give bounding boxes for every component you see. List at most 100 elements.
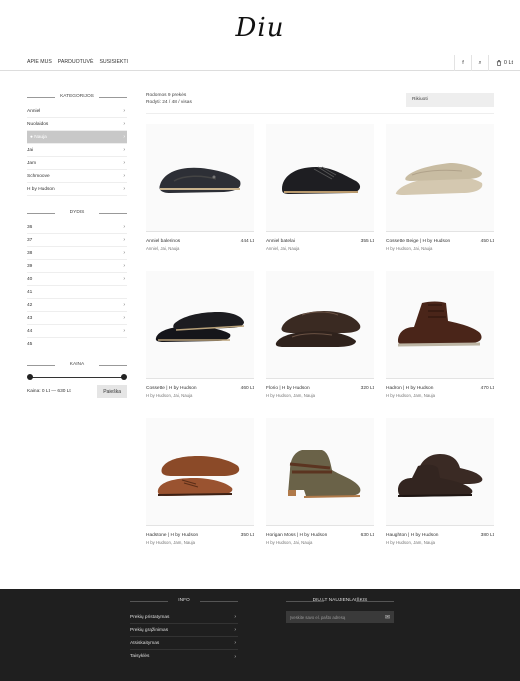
footer-newsletter-column: DIU.LT NAUJIENLAIŠKIS Įveskite savo el. … xyxy=(286,597,394,623)
product-image[interactable] xyxy=(266,124,374,232)
size-label: 37 xyxy=(27,237,33,243)
chevron-right-icon: › xyxy=(234,614,236,620)
cart-button[interactable]: 0 Lt xyxy=(488,55,520,71)
footer-link-label: Taisyklės xyxy=(130,654,150,659)
product-card[interactable]: Hadron | H by Hudson 470 Lt H by Hudson, … xyxy=(386,271,494,418)
product-price: 470 Lt xyxy=(480,386,494,391)
product-card[interactable]: Anniel batelai 355 Lt Anniel, Jai, Nauja xyxy=(266,124,374,271)
product-name[interactable]: Horigan Moss | H by Hudson xyxy=(266,533,327,538)
category-label: Nuolaidos xyxy=(27,121,49,127)
footer-link-label: Prekių grąžinimas xyxy=(130,627,169,633)
product-price: 355 Lt xyxy=(360,239,374,244)
product-image[interactable] xyxy=(386,124,494,232)
chevron-right-icon: › xyxy=(123,328,125,334)
category-item-active[interactable]: ● Nauja › xyxy=(27,131,127,144)
product-image[interactable] xyxy=(386,271,494,379)
category-item[interactable]: Nuolaidos › xyxy=(27,118,127,131)
facebook-icon[interactable]: f xyxy=(454,55,471,71)
size-item[interactable]: 37 › xyxy=(27,234,127,247)
categories-heading: KATEGORIJOS xyxy=(27,93,127,101)
loafer-icon xyxy=(155,311,245,342)
product-name[interactable]: Anniel balerinos xyxy=(146,239,180,244)
slider-track xyxy=(30,377,124,378)
chevron-right-icon: › xyxy=(123,276,125,282)
product-card[interactable]: Horigan Moss | H by Hudson 630 Lt H by Hu… xyxy=(266,418,374,565)
category-item[interactable]: H by Hudson › xyxy=(27,183,127,196)
product-tags: Anniel, Jai, Nauja xyxy=(146,246,180,251)
price-range-text: Kaina: 0 Lt — 630 Lt xyxy=(27,389,71,394)
product-name[interactable]: Cossette | H by Hudson xyxy=(146,386,197,391)
product-card[interactable]: Florio | H by Hudson 320 Lt H by Hudson, … xyxy=(266,271,374,418)
size-item[interactable]: 40 › xyxy=(27,273,127,286)
product-tags: H by Hudson, Jai, Nauja xyxy=(386,246,433,251)
product-tags: Anniel, Jai, Nauja xyxy=(266,246,300,251)
footer-link[interactable]: Prekių pristatymas › xyxy=(130,611,238,624)
product-card[interactable]: Anniel balerinos 444 Lt Anniel, Jai, Nauj… xyxy=(146,124,254,271)
ankle-boot-icon xyxy=(288,449,361,498)
product-image[interactable] xyxy=(146,124,254,232)
category-item[interactable]: Jai › xyxy=(27,144,127,157)
product-tags: H by Hudson, Jam, Nauja xyxy=(266,393,315,398)
lace-flat-icon xyxy=(282,166,361,194)
newsletter-email-input[interactable]: Įveskite savo el. pašto adresą ✉ xyxy=(286,611,394,623)
price-range-slider[interactable] xyxy=(27,373,127,383)
envelope-icon[interactable]: ✉ xyxy=(385,614,390,621)
product-card[interactable]: Hadstone | H by Hudson 350 Lt H by Hudson… xyxy=(146,418,254,565)
slider-handle-max[interactable] xyxy=(121,374,127,380)
product-card[interactable]: Cossette | H by Hudson 460 Lt H by Hudson… xyxy=(146,271,254,418)
product-tags: H by Hudson, Jai, Nauja xyxy=(146,393,193,398)
product-name[interactable]: Florio | H by Hudson xyxy=(266,386,310,391)
size-item[interactable]: 45 xyxy=(27,338,127,351)
size-item[interactable]: 39 › xyxy=(27,260,127,273)
product-name[interactable]: Haughton | H by Hudson xyxy=(386,533,438,538)
size-item[interactable]: 36 › xyxy=(27,221,127,234)
footer-link[interactable]: Taisyklės › xyxy=(130,650,238,663)
size-item[interactable]: 44 › xyxy=(27,325,127,338)
product-card[interactable]: Cossette Beige | H by Hudson 450 Lt H by … xyxy=(386,124,494,271)
sort-select[interactable]: Rikiuoti xyxy=(406,93,494,107)
product-price: 450 Lt xyxy=(480,239,494,244)
size-label: 36 xyxy=(27,224,33,230)
footer-link[interactable]: Atsiskaitymas › xyxy=(130,637,238,650)
nav-link-about[interactable]: APIE MUS xyxy=(27,59,52,65)
product-image[interactable] xyxy=(266,418,374,526)
slider-handle-min[interactable] xyxy=(27,374,33,380)
category-item[interactable]: Anniel › xyxy=(27,105,127,118)
chevron-right-icon: › xyxy=(123,302,125,308)
chevron-right-icon: › xyxy=(123,237,125,243)
footer-info-column: INFO Prekių pristatymas › Prekių grąžinim… xyxy=(130,597,238,663)
product-name[interactable]: Anniel batelai xyxy=(266,239,295,244)
driving-moc-icon xyxy=(275,310,361,347)
category-item[interactable]: Jam › xyxy=(27,157,127,170)
chevron-right-icon: › xyxy=(123,186,125,192)
product-name[interactable]: Hadron | H by Hudson xyxy=(386,386,433,391)
site-logo[interactable]: Diu xyxy=(236,13,285,43)
ballet-flat-icon xyxy=(159,167,241,193)
product-name[interactable]: Cossette Beige | H by Hudson xyxy=(386,239,450,244)
size-item[interactable]: 41 xyxy=(27,286,127,299)
product-image[interactable] xyxy=(146,418,254,526)
size-item[interactable]: 43 › xyxy=(27,312,127,325)
product-grid: Anniel balerinos 444 Lt Anniel, Jai, Nauj… xyxy=(146,124,494,565)
filter-button[interactable]: Paieška xyxy=(97,385,127,398)
footer-info-heading: INFO xyxy=(130,597,238,605)
size-item[interactable]: 38 › xyxy=(27,247,127,260)
product-image[interactable] xyxy=(146,271,254,379)
product-tags: H by Hudson, Jai, Nauja xyxy=(266,540,313,545)
chevron-right-icon: › xyxy=(123,121,125,127)
sizes-heading: DYDIS xyxy=(27,209,127,217)
product-card[interactable]: Haughton | H by Hudson 380 Lt H by Hudson… xyxy=(386,418,494,565)
search-icon[interactable]: ⌕ xyxy=(471,55,488,71)
category-label: H by Hudson xyxy=(27,186,55,192)
footer-link[interactable]: Prekių grąžinimas › xyxy=(130,624,238,637)
product-name[interactable]: Hadstone | H by Hudson xyxy=(146,533,198,538)
size-item[interactable]: 42 › xyxy=(27,299,127,312)
product-image[interactable] xyxy=(266,271,374,379)
newsletter-placeholder: Įveskite savo el. pašto adresą xyxy=(290,614,346,620)
nav-link-contact[interactable]: SUSISIEKTI xyxy=(99,59,128,65)
product-image[interactable] xyxy=(386,418,494,526)
nav-link-shop[interactable]: PARDUOTUVĖ xyxy=(58,59,94,65)
chevron-right-icon: › xyxy=(123,173,125,179)
cart-total: 0 Lt xyxy=(503,60,514,66)
category-item[interactable]: Schmoove › xyxy=(27,170,127,183)
